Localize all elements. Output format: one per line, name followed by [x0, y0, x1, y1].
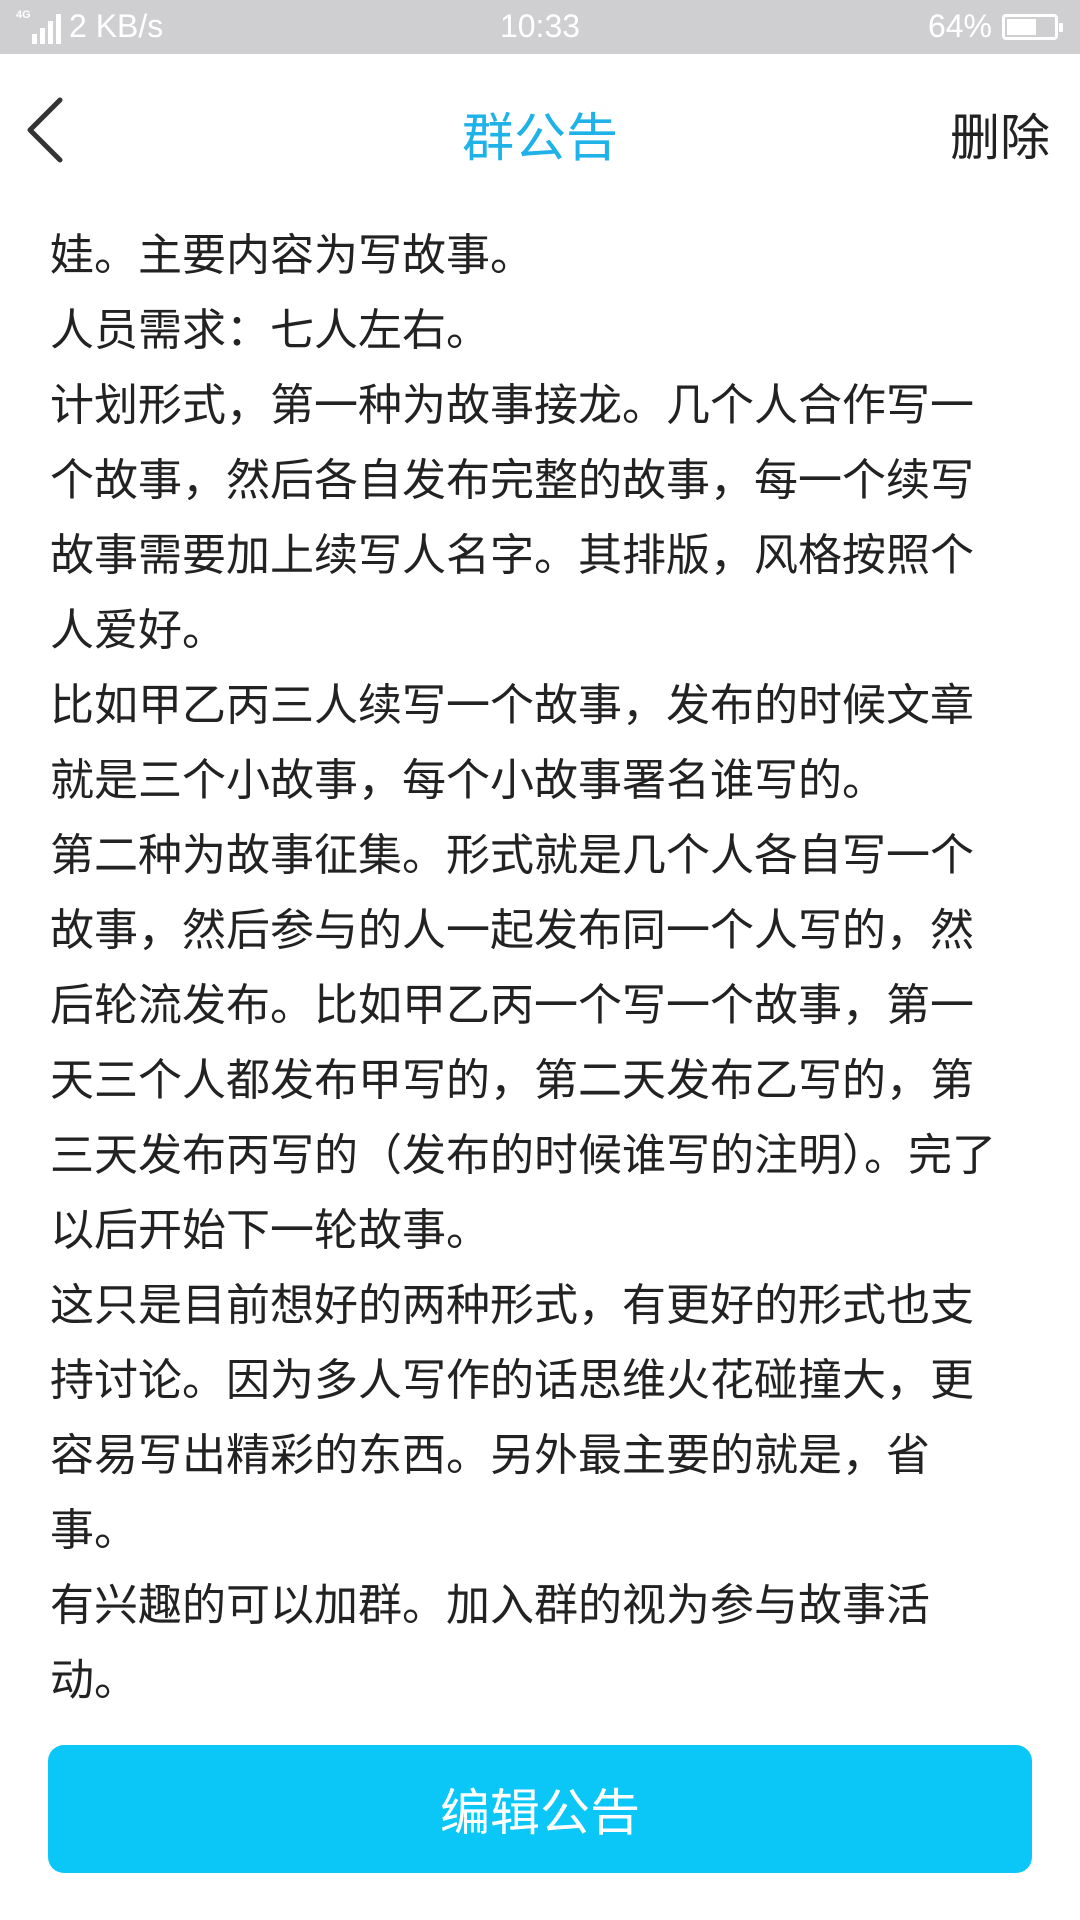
status-bar: 4G 2 KB/s 10:33 64%	[0, 0, 1080, 54]
announcement-paragraph: 第二种为故事征集。形式就是几个人各自写一个故事，然后参与的人一起发布同一个人写的…	[50, 830, 996, 1256]
nav-bar: 群公告 删除	[0, 54, 1080, 204]
battery-percent: 64%	[927, 8, 992, 44]
announcement-paragraph: 比如甲乙丙三人续写一个故事，发布的时候文章就是三个小故事，每个小故事署名谁写的。	[50, 680, 974, 806]
battery-fill	[1007, 18, 1037, 35]
announcement-paragraph: 人员需求：七人左右。	[50, 305, 490, 356]
announcement-paragraph: 这只是目前想好的两种形式，有更好的形式也支持讨论。因为多人写作的话思维火花碰撞大…	[50, 1280, 974, 1556]
announcement-paragraph: 有兴趣的可以加群。加入群的视为参与故事活动。	[50, 1580, 930, 1706]
battery-icon	[1002, 13, 1063, 40]
announcement-paragraph: 娃。主要内容为写故事。	[50, 230, 534, 281]
status-right: 64%	[927, 8, 1063, 45]
announcement-paragraph: 计划形式，第一种为故事接龙。几个人合作写一个故事，然后各自发布完整的故事，每一个…	[50, 380, 974, 656]
edit-announcement-button[interactable]: 编辑公告	[48, 1745, 1032, 1873]
delete-button[interactable]: 删除	[950, 98, 1050, 170]
page-title: 群公告	[461, 109, 618, 169]
announcement-content: 娃。主要内容为写故事。 人员需求：七人左右。计划形式，第一种为故事接龙。几个人合作…	[50, 218, 1010, 1718]
status-time: 10:33	[499, 8, 581, 44]
